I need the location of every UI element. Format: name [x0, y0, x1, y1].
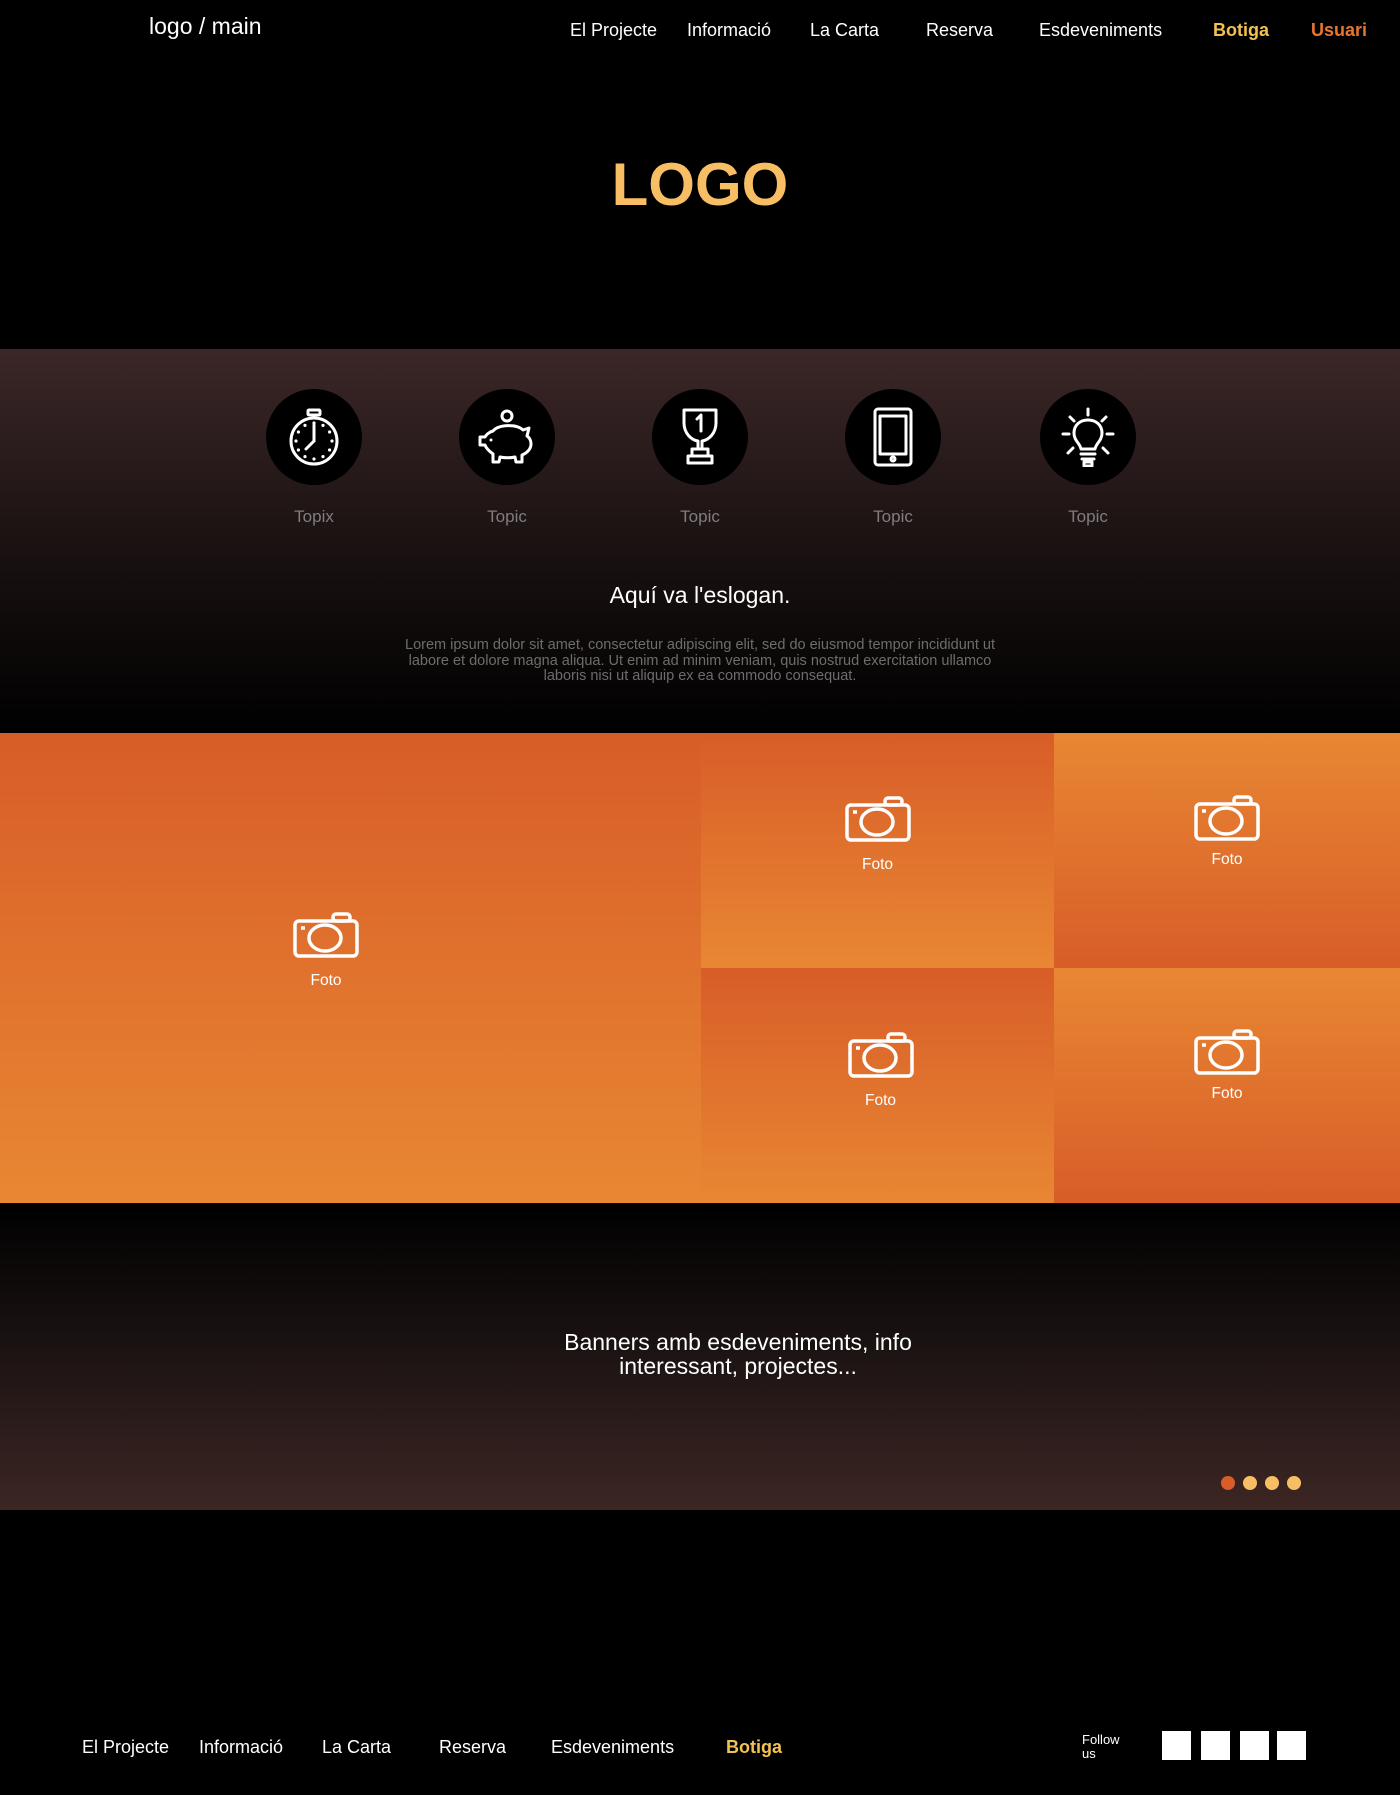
nav-item-reserva[interactable]: Reserva [926, 20, 993, 41]
topic-label: Topic [487, 507, 527, 526]
banner-text: Banners amb esdeveniments, info interess… [0, 1330, 1400, 1378]
camera-icon [847, 1031, 914, 1078]
hero-logo: LOGO [611, 151, 789, 218]
photo-tile[interactable]: Foto [701, 968, 1054, 1203]
nav-item-botiga[interactable]: Botiga [1213, 20, 1269, 41]
photo-tile[interactable]: Foto [1054, 968, 1400, 1203]
tablet-icon [873, 407, 913, 467]
nav-item-informacio[interactable]: Informació [687, 20, 771, 41]
topic-label: Topic [680, 507, 720, 526]
topic-icon-circle[interactable] [266, 389, 362, 485]
photo-label: Foto [861, 855, 893, 873]
nav-item-el-projecte[interactable]: El Projecte [570, 20, 657, 41]
carousel-dot-4[interactable] [1287, 1476, 1301, 1490]
social-link-4[interactable] [1277, 1731, 1306, 1760]
topic-icon-circle[interactable] [1040, 389, 1136, 485]
logo-main-link[interactable]: logo / main [149, 13, 262, 40]
nav-item-usuari[interactable]: Usuari [1311, 20, 1367, 41]
photo-label: Foto [1211, 850, 1243, 868]
carousel-dot-2[interactable] [1243, 1476, 1257, 1490]
social-link-2[interactable] [1201, 1731, 1230, 1760]
topic-icon-circle[interactable] [845, 389, 941, 485]
camera-icon [1194, 794, 1260, 841]
photo-tile[interactable]: Foto [701, 733, 1054, 968]
camera-icon [1194, 1028, 1260, 1075]
slogan: Aquí va l'eslogan. [609, 582, 791, 608]
photo-label: Foto [1211, 1084, 1243, 1102]
camera-icon [844, 795, 911, 842]
banner-text-line: interessant, projectes... [619, 1353, 857, 1379]
topic-label: Topix [294, 507, 334, 526]
photo-tile[interactable]: Foto [1054, 733, 1400, 968]
nav-item-la-carta[interactable]: La Carta [810, 20, 879, 41]
social-link-3[interactable] [1240, 1731, 1269, 1760]
nav-item-esdeveniments[interactable]: Esdeveniments [1039, 20, 1162, 41]
topic-icon-circle[interactable] [459, 389, 555, 485]
trophy-icon [682, 408, 718, 465]
footer-nav-la-carta[interactable]: La Carta [322, 1737, 391, 1758]
carousel-dot-1[interactable] [1221, 1476, 1235, 1490]
topic-label: Topic [873, 507, 913, 526]
topic-icon-circle[interactable] [652, 389, 748, 485]
photo-tile-large[interactable]: Foto [0, 733, 701, 1203]
description-text: Lorem ipsum dolor sit amet, consectetur … [405, 637, 995, 684]
stopwatch-icon [289, 408, 339, 466]
footer-nav-esdeveniments[interactable]: Esdeveniments [551, 1737, 674, 1758]
footer-nav-el-projecte[interactable]: El Projecte [82, 1737, 169, 1758]
topic-label: Topic [1068, 507, 1108, 526]
footer-nav-botiga[interactable]: Botiga [726, 1737, 782, 1758]
banner-text-line: Banners amb esdeveniments, info [564, 1329, 912, 1355]
footer-nav-informacio[interactable]: Informació [199, 1737, 283, 1758]
lightbulb-icon [1061, 407, 1115, 467]
photo-label: Foto [864, 1091, 896, 1109]
follow-us-label: Follow us [1082, 1733, 1120, 1759]
photo-label: Foto [310, 972, 342, 989]
camera-icon [293, 912, 359, 958]
piggy-bank-icon [478, 409, 533, 464]
social-link-1[interactable] [1162, 1731, 1191, 1760]
footer-nav-reserva[interactable]: Reserva [439, 1737, 506, 1758]
carousel-dot-3[interactable] [1265, 1476, 1279, 1490]
